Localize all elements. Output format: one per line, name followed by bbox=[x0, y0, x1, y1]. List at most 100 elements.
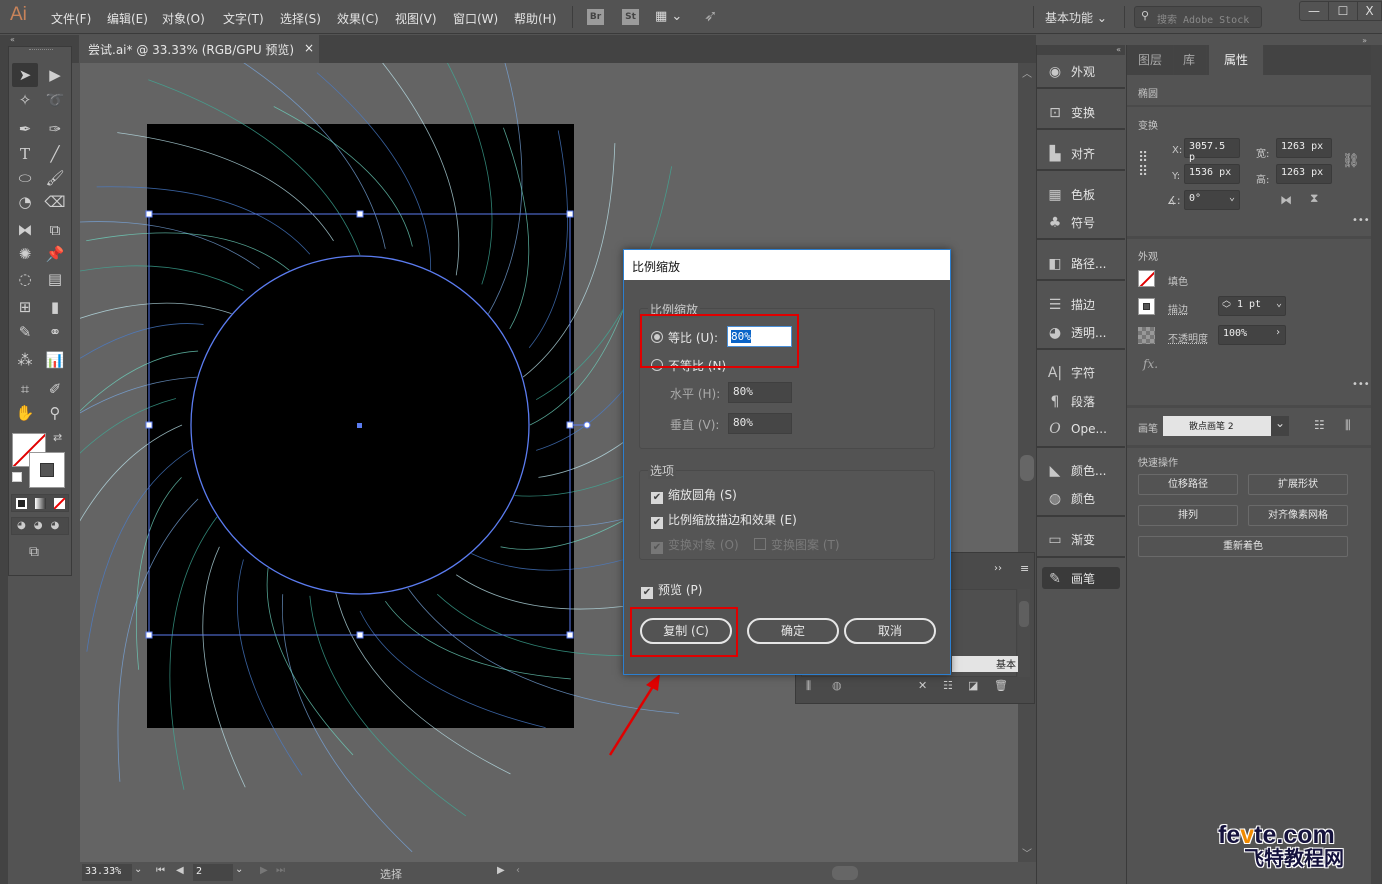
slice-tool-icon[interactable]: ✐ bbox=[42, 377, 68, 401]
align-pixel-grid-button[interactable]: 对齐像素网格 bbox=[1248, 505, 1348, 526]
hand-tool-icon[interactable]: ✋ bbox=[12, 401, 38, 425]
artboard-number-field[interactable]: 2 bbox=[193, 864, 233, 881]
menu-object[interactable]: 对象(O) bbox=[162, 10, 205, 27]
chevron-down-icon[interactable]: ⌄ bbox=[1276, 298, 1282, 309]
copy-button[interactable]: 复制 (C) bbox=[640, 618, 732, 644]
swap-fill-stroke-icon[interactable]: ⇄ bbox=[53, 431, 62, 444]
new-brush-icon[interactable]: ◪ bbox=[968, 679, 978, 692]
menu-help[interactable]: 帮助(H) bbox=[514, 10, 556, 27]
next-artboard-icon[interactable]: ▶ bbox=[260, 865, 268, 876]
rotation-handle[interactable] bbox=[583, 421, 591, 429]
tab-libraries[interactable]: 库 bbox=[1172, 45, 1208, 75]
zoom-dropdown-icon[interactable]: ⌄ bbox=[134, 864, 150, 881]
remove-brush-stroke-icon[interactable]: ✕ bbox=[918, 679, 927, 692]
delete-icon[interactable]: 🗑 bbox=[994, 679, 1008, 692]
close-tab-icon[interactable]: × bbox=[304, 41, 314, 55]
panel-pathfinder[interactable]: ◧ 路径... bbox=[1045, 255, 1106, 272]
offset-path-button[interactable]: 位移路径 bbox=[1138, 474, 1238, 495]
panel-swatches[interactable]: ▦ 色板 bbox=[1045, 186, 1095, 203]
status-menu-icon[interactable]: ▶ bbox=[497, 865, 505, 876]
previous-artboard-icon[interactable]: ◀ bbox=[176, 865, 184, 876]
scroll-down-icon[interactable]: ﹀ bbox=[1022, 845, 1032, 860]
scroll-left-icon[interactable]: ‹ bbox=[516, 865, 520, 876]
flip-horizontal-icon[interactable]: ⧓ bbox=[1280, 193, 1292, 207]
panel-gradient[interactable]: ▭ 渐变 bbox=[1045, 531, 1095, 548]
scale-corners-checkbox[interactable]: ✔ 缩放圆角 (S) bbox=[651, 486, 737, 504]
transform-objects-checkbox[interactable]: ✔ 变换对象 (O) bbox=[651, 536, 739, 554]
brush-libraries-icon[interactable]: ⫼ bbox=[806, 679, 811, 693]
brush-dropdown[interactable]: 散点画笔 2 bbox=[1163, 416, 1271, 436]
reflect-tool-icon[interactable]: ⧓ bbox=[12, 218, 38, 242]
symbol-sprayer-tool-icon[interactable]: ⁂ bbox=[12, 348, 38, 372]
graph-tool-icon[interactable]: 📊 bbox=[42, 348, 68, 372]
panel-menu-icon[interactable]: ≡ bbox=[1020, 562, 1029, 575]
cancel-button[interactable]: 取消 bbox=[844, 618, 936, 644]
eyedropper-tool-icon[interactable]: ✎ bbox=[12, 320, 38, 344]
panel-transform[interactable]: ⊡ 变换 bbox=[1045, 104, 1095, 121]
stroke-stepper-icon[interactable]: ︿ ﹀ bbox=[1222, 297, 1231, 315]
panel-appearance[interactable]: ◉ 外观 bbox=[1045, 63, 1095, 80]
brush-libraries-icon[interactable]: ⫼ bbox=[1345, 418, 1351, 433]
brush-options-icon[interactable]: ☷ bbox=[1314, 418, 1325, 432]
collapse-toolbar-icon[interactable]: « bbox=[0, 35, 80, 46]
screen-mode-icon[interactable]: ⧉ bbox=[29, 544, 39, 560]
last-artboard-icon[interactable]: ⏭ bbox=[276, 865, 285, 876]
opacity-field[interactable]: 100% › bbox=[1218, 325, 1286, 345]
basic-brush-item[interactable]: 基本 bbox=[952, 656, 1018, 672]
curvature-tool-icon[interactable]: ✑ bbox=[42, 117, 68, 141]
ok-button[interactable]: 确定 bbox=[747, 618, 839, 644]
eraser-tool-icon[interactable]: ⌫ bbox=[42, 190, 68, 214]
options-icon[interactable]: ☷ bbox=[943, 679, 953, 692]
menu-file[interactable]: 文件(F) bbox=[51, 10, 91, 27]
arrange-documents-icon[interactable]: ▦ ⌄ bbox=[655, 9, 682, 24]
menu-select[interactable]: 选择(S) bbox=[280, 10, 321, 27]
zoom-tool-icon[interactable]: ⚲ bbox=[42, 401, 68, 425]
width-field[interactable]: 1263 px bbox=[1276, 138, 1332, 158]
scroll-up-icon[interactable]: ︿ bbox=[1022, 65, 1032, 80]
fill-color-swatch[interactable] bbox=[1138, 270, 1155, 287]
shaper-tool-icon[interactable]: ◔ bbox=[12, 190, 38, 214]
reference-point-icon[interactable]: ⠿ ⠿ bbox=[1138, 151, 1148, 179]
pin-tool-icon[interactable]: 📌 bbox=[42, 242, 68, 266]
height-field[interactable]: 1263 px bbox=[1276, 164, 1332, 184]
menu-type[interactable]: 文字(T) bbox=[223, 10, 264, 27]
scroll-thumb[interactable] bbox=[1019, 601, 1029, 627]
rocket-icon[interactable]: ➶ bbox=[704, 6, 717, 25]
stock-button[interactable]: St bbox=[622, 9, 639, 25]
type-tool-icon[interactable]: T bbox=[12, 142, 38, 166]
close-button[interactable]: X bbox=[1357, 1, 1382, 21]
scale-strokes-checkbox[interactable]: ✔ 比例缩放描边和效果 (E) bbox=[651, 511, 797, 529]
panel-color[interactable]: ◍ 颜色 bbox=[1045, 490, 1095, 507]
document-tab[interactable]: 尝试.ai* @ 33.33% (RGB/GPU 预览) × bbox=[79, 35, 319, 63]
menu-window[interactable]: 窗口(W) bbox=[453, 10, 498, 27]
direct-selection-tool-icon[interactable]: ▶ bbox=[42, 63, 68, 87]
minimize-button[interactable]: — bbox=[1299, 1, 1329, 21]
mesh-tool-icon[interactable]: ⊞ bbox=[12, 295, 38, 319]
transform-patterns-checkbox[interactable]: 变换图案 (T) bbox=[754, 536, 840, 553]
pen-tool-icon[interactable]: ✒ bbox=[12, 117, 38, 141]
panel-stroke[interactable]: ☰ 描边 bbox=[1045, 296, 1095, 313]
chevron-down-icon[interactable]: ⌄ bbox=[1229, 192, 1235, 203]
fx-icon[interactable]: fx. bbox=[1143, 357, 1158, 371]
panel-opentype[interactable]: O Ope... bbox=[1045, 421, 1107, 437]
menu-effect[interactable]: 效果(C) bbox=[337, 10, 379, 27]
libraries-icon[interactable]: ◍ bbox=[832, 679, 842, 692]
stroke-swatch[interactable] bbox=[29, 452, 65, 488]
panel-symbols[interactable]: ♣ 符号 bbox=[1045, 214, 1095, 231]
y-field[interactable]: 1536 px bbox=[1184, 164, 1240, 184]
constrain-proportions-icon[interactable]: ⛓ bbox=[1342, 153, 1360, 169]
properties-scrollbar[interactable] bbox=[1371, 45, 1382, 884]
chevron-down-icon[interactable]: ⌄ bbox=[1271, 416, 1289, 436]
bridge-button[interactable]: Br bbox=[587, 9, 604, 25]
tab-layers[interactable]: 图层 bbox=[1127, 45, 1175, 75]
angle-field[interactable]: 0° ⌄ bbox=[1184, 190, 1240, 210]
none-mode-icon[interactable] bbox=[54, 498, 65, 509]
gradient-mode-icon[interactable] bbox=[35, 498, 46, 509]
panel-brushes[interactable]: ✎ 画笔 bbox=[1042, 567, 1120, 589]
panel-transparency[interactable]: ◕ 透明... bbox=[1045, 324, 1107, 341]
tab-properties[interactable]: 属性 bbox=[1209, 45, 1265, 75]
panel-paragraph[interactable]: ¶ 段落 bbox=[1045, 393, 1095, 410]
vertical-scrollbar[interactable]: ︿ ﹀ bbox=[1018, 63, 1036, 863]
vertical-scale-input[interactable]: 80% bbox=[728, 413, 792, 434]
gradient-tool-icon[interactable]: ▮ bbox=[42, 295, 68, 319]
